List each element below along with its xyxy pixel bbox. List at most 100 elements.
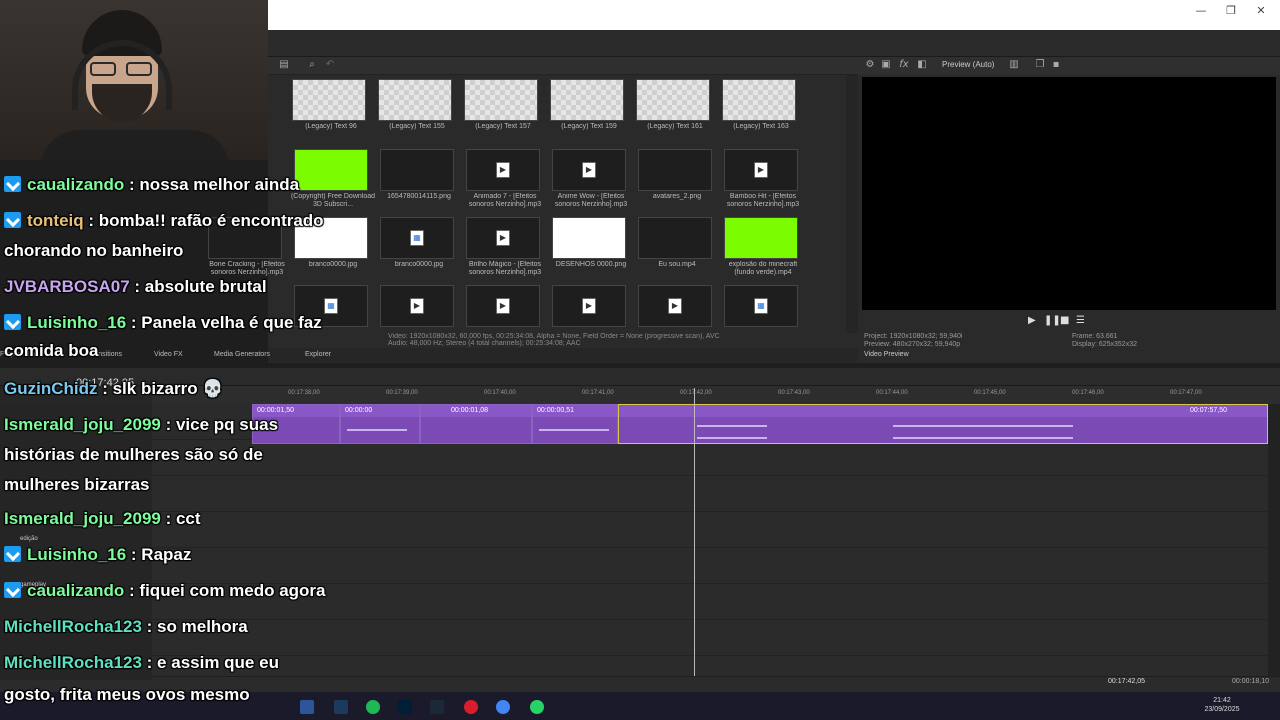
media-tile[interactable]: 1654780014115.png — [376, 149, 456, 213]
audio-clip[interactable]: 00:00:01,08 — [420, 404, 532, 444]
media-tile[interactable]: ▶ Brilho Mágico - [Efeitos sonoros Nerzin… — [462, 217, 542, 281]
media-tile[interactable]: (Legacy) Text 155 — [374, 79, 454, 143]
media-tile-label: avatares_2.png — [652, 193, 702, 200]
vegas-icon[interactable] — [334, 700, 348, 714]
chat-text: histórias de mulheres são só de — [4, 445, 263, 464]
chat-message: caualizando : nossa melhor ainda — [4, 174, 299, 196]
word-icon[interactable] — [300, 700, 314, 714]
ruler-tick-label: 00:17:39,00 — [386, 390, 418, 396]
media-thumbnail: ▶ — [380, 285, 454, 327]
media-thumbnail — [638, 217, 712, 259]
tab-media-generators[interactable]: Media Generators — [214, 351, 270, 358]
media-tile-label: 1654780014115.png — [387, 193, 451, 200]
copy-snapshot-icon[interactable]: ❐ — [1034, 59, 1046, 71]
play-icon[interactable]: ▶ — [1028, 315, 1044, 326]
chat-username[interactable]: caualizando — [27, 175, 124, 194]
chat-username[interactable]: Ismerald_joju_2099 — [4, 415, 161, 434]
ruler-tick-label: 00:17:43,00 — [778, 390, 810, 396]
preview-quality-dropdown[interactable]: Preview (Auto) — [942, 60, 994, 69]
chrome-icon[interactable] — [496, 700, 510, 714]
media-tile[interactable]: ▶ Bamboo Hit - [Efeitos sonoros Nerzinho]… — [720, 149, 800, 213]
tray-time: 21:42 — [1213, 697, 1231, 704]
opera-icon[interactable] — [464, 700, 478, 714]
media-tile[interactable]: avatares_2.png — [634, 149, 714, 213]
image-file-icon: ▦ — [324, 298, 338, 314]
views-icon[interactable]: ▤ — [278, 59, 290, 71]
tab-video-fx[interactable]: Video FX — [154, 351, 183, 358]
media-tile[interactable]: Eu sou.mp4 — [634, 217, 714, 281]
media-tile-label: branco0000.jpg — [394, 261, 444, 268]
minimize-icon[interactable]: — — [1191, 4, 1211, 17]
media-tile[interactable]: (Legacy) Text 159 — [546, 79, 626, 143]
audio-clip[interactable]: 00:00:00 — [340, 404, 420, 444]
fx-icon[interactable]: fx — [898, 59, 910, 71]
tab-explorer[interactable]: Explorer — [305, 351, 331, 358]
chat-username[interactable]: GuzinChidz — [4, 379, 97, 398]
chat-username[interactable]: tonteiq — [27, 211, 84, 230]
media-thumbnail — [552, 217, 626, 259]
preview-info-right: Frame: 63.661 Display: 625x352x32 — [1072, 333, 1137, 349]
audio-clip[interactable]: 00:00:00,51 — [532, 404, 618, 444]
gear-icon[interactable]: ⚙ — [864, 59, 876, 71]
chat-username[interactable]: MichellRocha123 — [4, 653, 142, 672]
undo-icon[interactable]: ↶ — [324, 59, 336, 71]
media-info-video: Video: 1920x1080x32, 60,000 fps, 00:25:3… — [388, 333, 720, 340]
audio-file-icon: ▶ — [582, 162, 596, 178]
maximize-icon[interactable]: ❐ — [1221, 4, 1241, 17]
media-thumbnail — [378, 79, 452, 121]
properties-icon[interactable]: ▣ — [880, 59, 892, 71]
media-thumbnail: ▶ — [724, 149, 798, 191]
chat-message: Luisinho_16 : Panela velha é que faz — [4, 312, 322, 334]
media-thumbnail: ▦ — [724, 285, 798, 327]
media-tile[interactable]: (Legacy) Text 96 — [288, 79, 368, 143]
steam-icon[interactable] — [430, 700, 444, 714]
spotify-icon[interactable] — [366, 700, 380, 714]
media-tile[interactable]: (Legacy) Text 163 — [718, 79, 798, 143]
chat-text: : slk bizarro 💀 — [97, 379, 224, 398]
search-icon[interactable]: ⌕ — [306, 59, 318, 71]
preview-info-left: Project: 1920x1080x32; 59,940i Preview: … — [864, 333, 962, 349]
tray-clock[interactable]: 21:42 23/09/2025 — [1200, 696, 1244, 714]
cursor-timecode: 00:17:42,05 — [1108, 678, 1145, 685]
photoshop-icon[interactable] — [398, 700, 412, 714]
chat-username[interactable]: Luisinho_16 — [27, 313, 126, 332]
media-tile[interactable]: ▶ Anime Wow - [Efeitos sonoros Nerzinho].… — [548, 149, 628, 213]
media-info: Video: 1920x1080x32, 60,000 fps, 00:25:3… — [268, 333, 858, 347]
split-icon[interactable]: ◧ — [916, 59, 928, 71]
stop-icon[interactable]: ■ — [1060, 315, 1076, 326]
tab-video-preview[interactable]: Video Preview — [864, 351, 909, 358]
chat-username[interactable]: JVBARBOSA07 — [4, 277, 130, 296]
selection-length: 00:00:18,10 — [1232, 678, 1269, 685]
chat-text: : vice pq suas — [160, 415, 279, 434]
close-icon[interactable]: ✕ — [1251, 4, 1271, 17]
pause-icon[interactable]: ❚❚ — [1044, 315, 1061, 326]
media-tile[interactable]: (Legacy) Text 157 — [460, 79, 540, 143]
chat-message: histórias de mulheres são só de — [4, 444, 263, 466]
media-tile[interactable]: (Legacy) Text 161 — [632, 79, 712, 143]
overlays-icon[interactable]: ▥ — [1008, 59, 1020, 71]
media-tile-label: (Legacy) Text 96 — [305, 123, 357, 130]
media-tile[interactable]: ▦ branco0000.jpg — [376, 217, 456, 281]
chat-username[interactable]: caualizando — [27, 581, 124, 600]
track-area[interactable]: 00:00:01,50 00:00:00 00:00:01,08 00:00:0… — [152, 404, 1268, 684]
save-snapshot-icon[interactable]: ▪ — [1050, 59, 1062, 71]
timeline-ruler[interactable]: 00:17:38,00 00:17:39,00 00:17:40,00 00:17:4… — [152, 386, 1280, 404]
chat-username[interactable]: Luisinho_16 — [27, 545, 126, 564]
media-tile[interactable]: (Copyright) Free Download 3D Subscri... — [290, 149, 375, 213]
timeline-playhead[interactable] — [694, 388, 695, 688]
media-tile-label: (Legacy) Text 161 — [647, 123, 703, 130]
timeline-vertical-scrollbar[interactable] — [1268, 404, 1280, 684]
chat-username[interactable]: Ismerald_joju_2099 — [4, 509, 161, 528]
chat-message: GuzinChidz : slk bizarro 💀 — [4, 378, 224, 400]
whatsapp-icon[interactable] — [530, 700, 544, 714]
media-tile[interactable]: ▶ Animado 7 - [Efeitos sonoros Nerzinho].… — [462, 149, 542, 213]
audio-clip-selected[interactable]: 00:07:57,50 — [618, 404, 1268, 444]
media-tile[interactable]: DESENHOS 0000.png — [548, 217, 628, 281]
media-tile[interactable]: explosão do minecraft (fundo verde).mp4 — [720, 217, 800, 281]
menu-icon[interactable]: ☰ — [1076, 315, 1092, 326]
chat-username[interactable]: MichellRocha123 — [4, 617, 142, 636]
media-thumbnail: ▦ — [380, 217, 454, 259]
ruler-tick-label: 00:17:38,00 — [288, 390, 320, 396]
preview-toolbar: ⚙ ▣ fx ◧ Preview (Auto) ▥ ❐ ▪ — [858, 57, 1280, 75]
media-scrollbar[interactable] — [846, 75, 858, 333]
